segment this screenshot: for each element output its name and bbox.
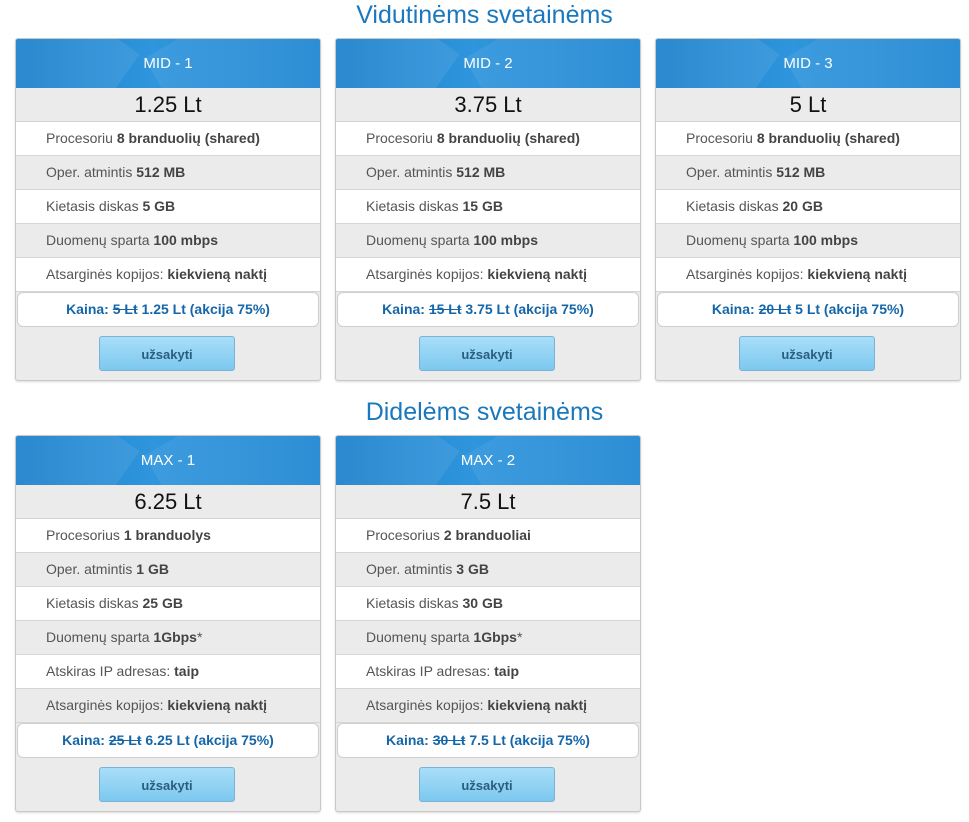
new-price: 3.75 Lt (akcija 75%) — [465, 301, 594, 317]
promo-price: Kaina: 25 Lt 6.25 Lt (akcija 75%) — [17, 723, 319, 758]
feature-cpu: Procesorius 2 branduoliai — [336, 519, 640, 553]
new-price: 5 Lt (akcija 75%) — [795, 301, 905, 317]
new-price: 1.25 Lt (akcija 75%) — [141, 301, 270, 317]
old-price: 20 Lt — [758, 301, 792, 317]
feature-bandwidth: Duomenų sparta 100 mbps — [656, 224, 960, 258]
plan-price: 7.5 Lt — [336, 485, 640, 519]
old-price: 30 Lt — [432, 732, 466, 748]
plan-price: 1.25 Lt — [16, 88, 320, 122]
feature-bandwidth: Duomenų sparta 100 mbps — [336, 224, 640, 258]
promo-price: Kaina: 15 Lt 3.75 Lt (akcija 75%) — [337, 292, 639, 327]
new-price: 6.25 Lt (akcija 75%) — [145, 732, 274, 748]
feature-list: Procesoriu 8 branduolių (shared) Oper. a… — [336, 122, 640, 292]
feature-list: Procesorius 1 branduolys Oper. atmintis … — [16, 519, 320, 723]
feature-bandwidth: Duomenų sparta 1Gbps* — [16, 621, 320, 655]
plan-card-max-1: MAX - 1 6.25 Lt Procesorius 1 branduolys… — [15, 435, 321, 812]
section-title-max: Didelėms svetainėms — [365, 398, 604, 426]
section-title-mid: Vidutinėms svetainėms — [356, 1, 613, 29]
old-price: 25 Lt — [108, 732, 142, 748]
promo-price: Kaina: 20 Lt 5 Lt (akcija 75%) — [657, 292, 959, 327]
feature-cpu: Procesoriu 8 branduolių (shared) — [16, 122, 320, 156]
old-price: 15 Lt — [428, 301, 462, 317]
promo-price: Kaina: 30 Lt 7.5 Lt (akcija 75%) — [337, 723, 639, 758]
feature-ram: Oper. atmintis 3 GB — [336, 553, 640, 587]
new-price: 7.5 Lt (akcija 75%) — [469, 732, 590, 748]
plan-card-mid-1: MID - 1 1.25 Lt Procesoriu 8 branduolių … — [15, 38, 321, 381]
plan-price: 3.75 Lt — [336, 88, 640, 122]
feature-ram: Oper. atmintis 512 MB — [16, 156, 320, 190]
order-button-mid-1[interactable]: užsakyti — [99, 336, 235, 371]
order-button-max-2[interactable]: užsakyti — [419, 767, 555, 802]
plan-name: MID - 2 — [336, 39, 640, 88]
feature-ram: Oper. atmintis 512 MB — [336, 156, 640, 190]
feature-disk: Kietasis diskas 5 GB — [16, 190, 320, 224]
plan-card-max-2: MAX - 2 7.5 Lt Procesorius 2 branduoliai… — [335, 435, 641, 812]
feature-backups: Atsarginės kopijos: kiekvieną naktį — [16, 689, 320, 723]
feature-list: Procesorius 2 branduoliai Oper. atmintis… — [336, 519, 640, 723]
feature-dedicated-ip: Atskiras IP adresas: taip — [336, 655, 640, 689]
plan-price: 6.25 Lt — [16, 485, 320, 519]
feature-disk: Kietasis diskas 20 GB — [656, 190, 960, 224]
plan-card-mid-2: MID - 2 3.75 Lt Procesoriu 8 branduolių … — [335, 38, 641, 381]
feature-cpu: Procesoriu 8 branduolių (shared) — [656, 122, 960, 156]
feature-disk: Kietasis diskas 25 GB — [16, 587, 320, 621]
feature-bandwidth: Duomenų sparta 1Gbps* — [336, 621, 640, 655]
plan-card-mid-3: MID - 3 5 Lt Procesoriu 8 branduolių (sh… — [655, 38, 961, 381]
feature-bandwidth: Duomenų sparta 100 mbps — [16, 224, 320, 258]
order-button-mid-2[interactable]: užsakyti — [419, 336, 555, 371]
feature-backups: Atsarginės kopijos: kiekvieną naktį — [16, 258, 320, 292]
feature-backups: Atsarginės kopijos: kiekvieną naktį — [656, 258, 960, 292]
feature-list: Procesoriu 8 branduolių (shared) Oper. a… — [656, 122, 960, 292]
feature-disk: Kietasis diskas 30 GB — [336, 587, 640, 621]
order-button-max-1[interactable]: užsakyti — [99, 767, 235, 802]
feature-ram: Oper. atmintis 512 MB — [656, 156, 960, 190]
old-price: 5 Lt — [112, 301, 138, 317]
feature-cpu: Procesorius 1 branduolys — [16, 519, 320, 553]
feature-cpu: Procesoriu 8 branduolių (shared) — [336, 122, 640, 156]
feature-backups: Atsarginės kopijos: kiekvieną naktį — [336, 258, 640, 292]
feature-list: Procesoriu 8 branduolių (shared) Oper. a… — [16, 122, 320, 292]
feature-backups: Atsarginės kopijos: kiekvieną naktį — [336, 689, 640, 723]
plan-name: MID - 1 — [16, 39, 320, 88]
order-button-mid-3[interactable]: užsakyti — [739, 336, 875, 371]
feature-disk: Kietasis diskas 15 GB — [336, 190, 640, 224]
plan-price: 5 Lt — [656, 88, 960, 122]
plan-name: MAX - 2 — [336, 436, 640, 485]
feature-dedicated-ip: Atskiras IP adresas: taip — [16, 655, 320, 689]
plan-name: MAX - 1 — [16, 436, 320, 485]
plan-name: MID - 3 — [656, 39, 960, 88]
feature-ram: Oper. atmintis 1 GB — [16, 553, 320, 587]
promo-price: Kaina: 5 Lt 1.25 Lt (akcija 75%) — [17, 292, 319, 327]
